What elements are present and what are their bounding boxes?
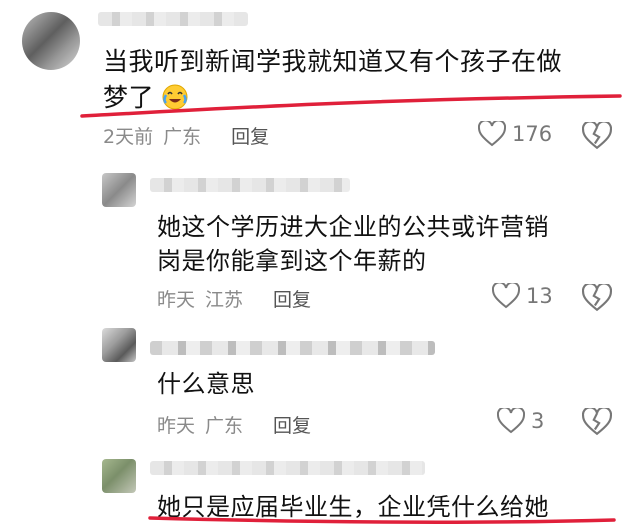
- comment-meta: 2天前 广东 回复: [103, 122, 279, 149]
- crying-laughing-emoji-icon: [162, 84, 188, 110]
- reply-text: 她只是应届毕业生，企业凭什么给她: [157, 493, 549, 521]
- comment-time: 2天前: [103, 126, 154, 148]
- main-comment-line1: 当我听到新闻学我就知道又有个孩子在做: [103, 47, 563, 76]
- avatar[interactable]: [102, 459, 136, 493]
- username-blurred[interactable]: [150, 178, 350, 192]
- heart-outline-icon: [492, 283, 520, 309]
- comment-time: 昨天: [157, 415, 196, 437]
- heart-outline-icon: [497, 408, 525, 434]
- username-blurred[interactable]: [150, 461, 425, 475]
- main-comment-text: 当我听到新闻学我就知道又有个孩子在做 梦了: [103, 44, 623, 116]
- broken-heart-icon[interactable]: [582, 122, 612, 150]
- reply-text: 什么意思: [157, 370, 255, 398]
- comment-location: 江苏: [205, 289, 244, 311]
- comment-time: 昨天: [157, 289, 196, 311]
- like-count: 3: [531, 409, 545, 433]
- like-button[interactable]: 3: [497, 408, 544, 434]
- username-blurred[interactable]: [150, 341, 435, 355]
- comment-location: 广东: [163, 126, 202, 148]
- avatar[interactable]: [102, 328, 136, 362]
- reply-button[interactable]: 回复: [273, 415, 311, 437]
- like-count: 13: [526, 284, 553, 308]
- like-button[interactable]: 13: [492, 283, 553, 309]
- like-button[interactable]: 176: [478, 121, 552, 147]
- reply-button[interactable]: 回复: [231, 126, 269, 148]
- avatar[interactable]: [22, 12, 80, 70]
- username-blurred[interactable]: [98, 12, 248, 26]
- comment-location: 广东: [205, 415, 244, 437]
- avatar[interactable]: [102, 173, 136, 207]
- heart-outline-icon: [478, 121, 506, 147]
- reply-line1: 她这个学历进大企业的公共或许营销: [157, 213, 549, 241]
- like-count: 176: [512, 122, 553, 146]
- comment-meta: 昨天 广东 回复: [157, 411, 321, 438]
- reply-line2: 岗是你能拿到这个年薪的: [157, 247, 427, 275]
- broken-heart-icon[interactable]: [582, 408, 612, 436]
- broken-heart-icon[interactable]: [582, 284, 612, 312]
- comment-meta: 昨天 江苏 回复: [157, 285, 321, 312]
- reply-text: 她这个学历进大企业的公共或许营销 岗是你能拿到这个年薪的: [157, 210, 557, 278]
- reply-button[interactable]: 回复: [273, 289, 311, 311]
- main-comment-line2: 梦了: [103, 83, 155, 112]
